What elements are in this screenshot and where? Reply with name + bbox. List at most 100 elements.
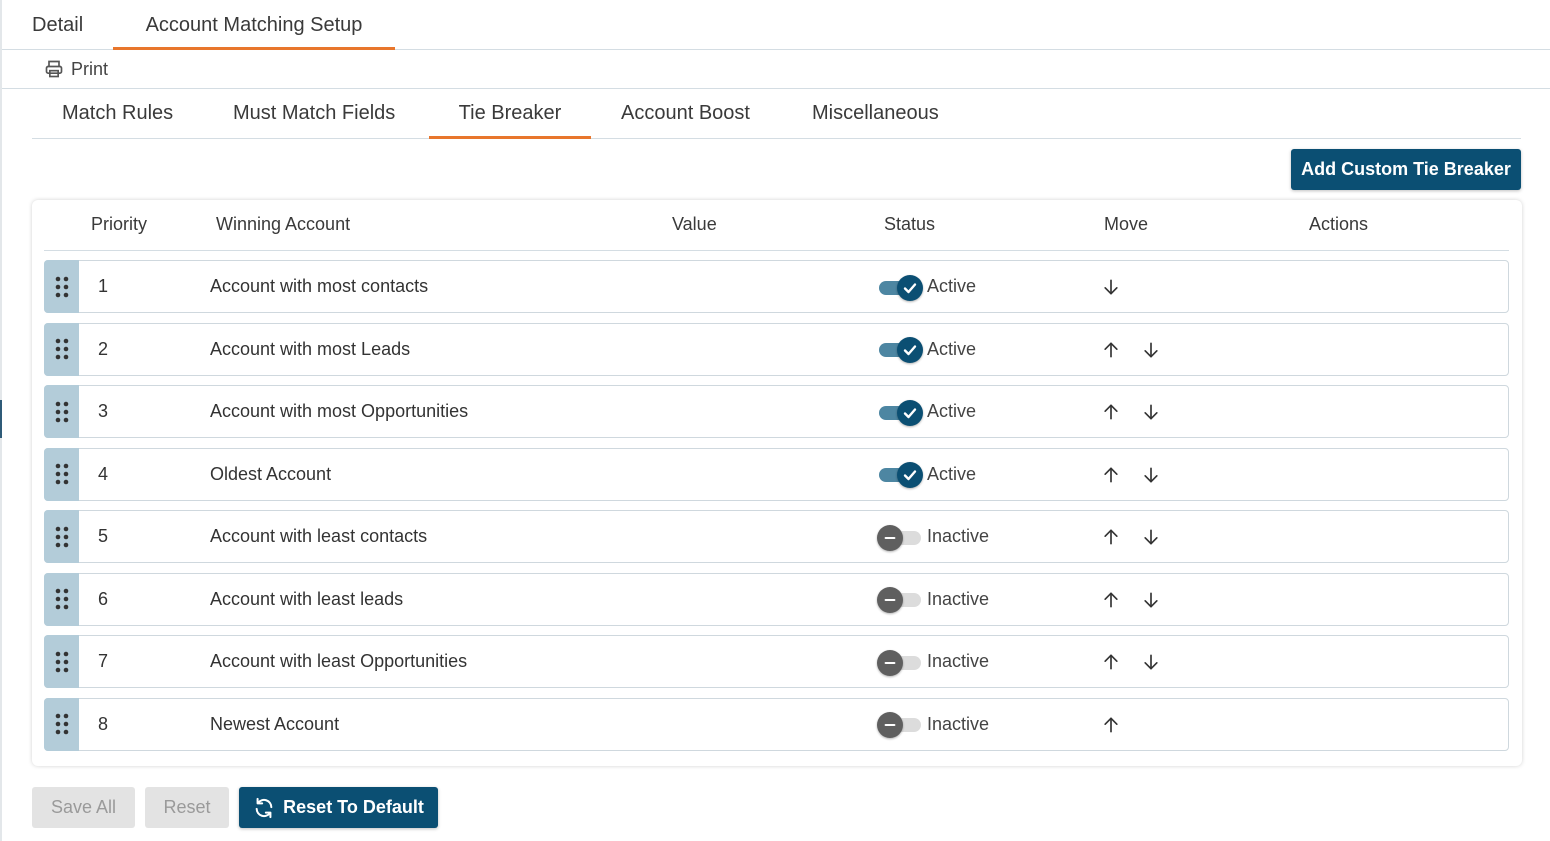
move-controls xyxy=(1097,386,1187,437)
drag-handle-icon xyxy=(55,276,69,298)
tab-must-match-fields[interactable]: Must Match Fields xyxy=(233,89,395,139)
drag-handle-icon xyxy=(55,526,69,548)
check-icon xyxy=(902,467,918,483)
table-row: 3 Account with most Opportunities Active xyxy=(44,385,1509,438)
tab-account-boost[interactable]: Account Boost xyxy=(621,89,750,139)
move-down-button[interactable] xyxy=(1139,400,1163,424)
save-all-button[interactable]: Save All xyxy=(32,787,135,828)
move-down-button[interactable] xyxy=(1139,650,1163,674)
status-toggle[interactable]: Active xyxy=(877,386,976,437)
winning-account-cell: Account with least contacts xyxy=(210,526,428,546)
tab-detail[interactable]: Detail xyxy=(32,0,83,50)
arrow-up-icon xyxy=(1101,402,1121,422)
status-label: Inactive xyxy=(927,526,990,546)
drag-handle[interactable] xyxy=(44,635,79,688)
reset-button[interactable]: Reset xyxy=(145,787,229,828)
tab-tie-breaker[interactable]: Tie Breaker xyxy=(429,89,591,139)
toggle-switch[interactable] xyxy=(877,649,923,676)
check-icon xyxy=(902,405,918,421)
status-toggle[interactable]: Inactive xyxy=(877,636,989,687)
drag-handle[interactable] xyxy=(44,572,79,626)
table-row: 5 Account with least contacts Inactive xyxy=(44,510,1509,563)
drag-handle-icon xyxy=(55,651,69,673)
move-down-button[interactable] xyxy=(1139,588,1163,612)
minus-icon xyxy=(883,593,897,607)
status-label: Inactive xyxy=(927,588,990,609)
priority-cell: 2 xyxy=(98,338,109,359)
arrow-down-icon xyxy=(1141,402,1161,422)
move-down-button[interactable] xyxy=(1139,525,1163,549)
drag-handle-icon xyxy=(55,338,69,360)
toggle-switch[interactable] xyxy=(877,399,923,426)
toggle-switch[interactable] xyxy=(877,712,923,738)
tab-account-matching-setup[interactable]: Account Matching Setup xyxy=(113,0,395,50)
drag-handle[interactable] xyxy=(44,260,79,313)
table-row: 2 Account with most Leads Active xyxy=(44,322,1509,376)
move-up-button[interactable] xyxy=(1099,588,1123,612)
drag-handle[interactable] xyxy=(44,385,79,438)
move-up-button[interactable] xyxy=(1099,338,1123,362)
priority-cell: 1 xyxy=(98,276,109,296)
move-down-button[interactable] xyxy=(1139,338,1163,362)
drag-handle-icon xyxy=(55,713,69,735)
table-row: 4 Oldest Account Active xyxy=(44,447,1509,501)
move-up-button[interactable] xyxy=(1099,713,1123,737)
status-label: Active xyxy=(927,276,977,296)
toggle-knob xyxy=(877,649,903,676)
column-header-value: Value xyxy=(672,214,717,234)
status-toggle[interactable]: Active xyxy=(877,261,976,312)
toggle-switch[interactable] xyxy=(877,462,923,488)
winning-account-cell: Account with least leads xyxy=(210,588,404,609)
winning-account-cell: Account with most Leads xyxy=(210,338,411,359)
toggle-switch[interactable] xyxy=(877,337,923,363)
arrow-down-icon xyxy=(1141,652,1161,672)
refresh-icon xyxy=(255,797,273,818)
tab-miscellaneous[interactable]: Miscellaneous xyxy=(812,89,939,139)
toggle-knob xyxy=(877,587,903,613)
toggle-switch[interactable] xyxy=(877,274,923,301)
move-down-button[interactable] xyxy=(1099,275,1123,299)
toolbar: Print xyxy=(2,50,1550,89)
move-up-button[interactable] xyxy=(1099,525,1123,549)
column-header-winning-account: Winning Account xyxy=(216,214,351,234)
printer-icon xyxy=(45,60,63,78)
move-controls xyxy=(1097,636,1187,687)
drag-handle[interactable] xyxy=(44,447,79,501)
left-collapse-handle[interactable] xyxy=(0,400,2,438)
reset-to-default-button[interactable]: Reset To Default xyxy=(239,787,438,828)
drag-handle[interactable] xyxy=(44,697,79,751)
reset-to-default-label: Reset To Default xyxy=(283,797,424,817)
print-button[interactable]: Print xyxy=(44,56,108,82)
toggle-switch[interactable] xyxy=(877,587,923,613)
status-toggle[interactable]: Inactive xyxy=(877,511,989,562)
arrow-down-icon xyxy=(1141,465,1161,485)
status-label: Inactive xyxy=(927,713,990,734)
move-up-button[interactable] xyxy=(1099,650,1123,674)
winning-account-cell: Account with most contacts xyxy=(210,276,429,296)
move-down-button[interactable] xyxy=(1139,463,1163,487)
move-controls xyxy=(1097,511,1187,562)
drag-handle[interactable] xyxy=(44,322,79,376)
winning-account-cell: Account with most Opportunities xyxy=(210,401,469,421)
toggle-knob xyxy=(897,462,923,488)
check-icon xyxy=(902,342,918,358)
toggle-switch[interactable] xyxy=(877,524,923,551)
status-toggle[interactable]: Inactive xyxy=(877,574,989,625)
winning-account-cell: Account with least Opportunities xyxy=(210,651,468,671)
table-row: 6 Account with least leads Inactive xyxy=(44,572,1509,626)
arrow-up-icon xyxy=(1101,652,1121,672)
arrow-up-icon xyxy=(1101,590,1121,610)
status-toggle[interactable]: Active xyxy=(877,449,976,500)
status-toggle[interactable]: Inactive xyxy=(877,699,989,750)
drag-handle[interactable] xyxy=(44,510,79,563)
tab-match-rules[interactable]: Match Rules xyxy=(62,89,173,139)
winning-account-cell: Oldest Account xyxy=(210,463,332,484)
status-toggle[interactable]: Active xyxy=(877,324,976,375)
move-controls xyxy=(1097,324,1187,375)
move-controls xyxy=(1097,261,1187,312)
move-up-button[interactable] xyxy=(1099,400,1123,424)
move-up-button[interactable] xyxy=(1099,463,1123,487)
add-custom-tie-breaker-button[interactable]: Add Custom Tie Breaker xyxy=(1291,149,1521,190)
arrow-up-icon xyxy=(1101,715,1121,735)
priority-cell: 3 xyxy=(98,401,109,421)
